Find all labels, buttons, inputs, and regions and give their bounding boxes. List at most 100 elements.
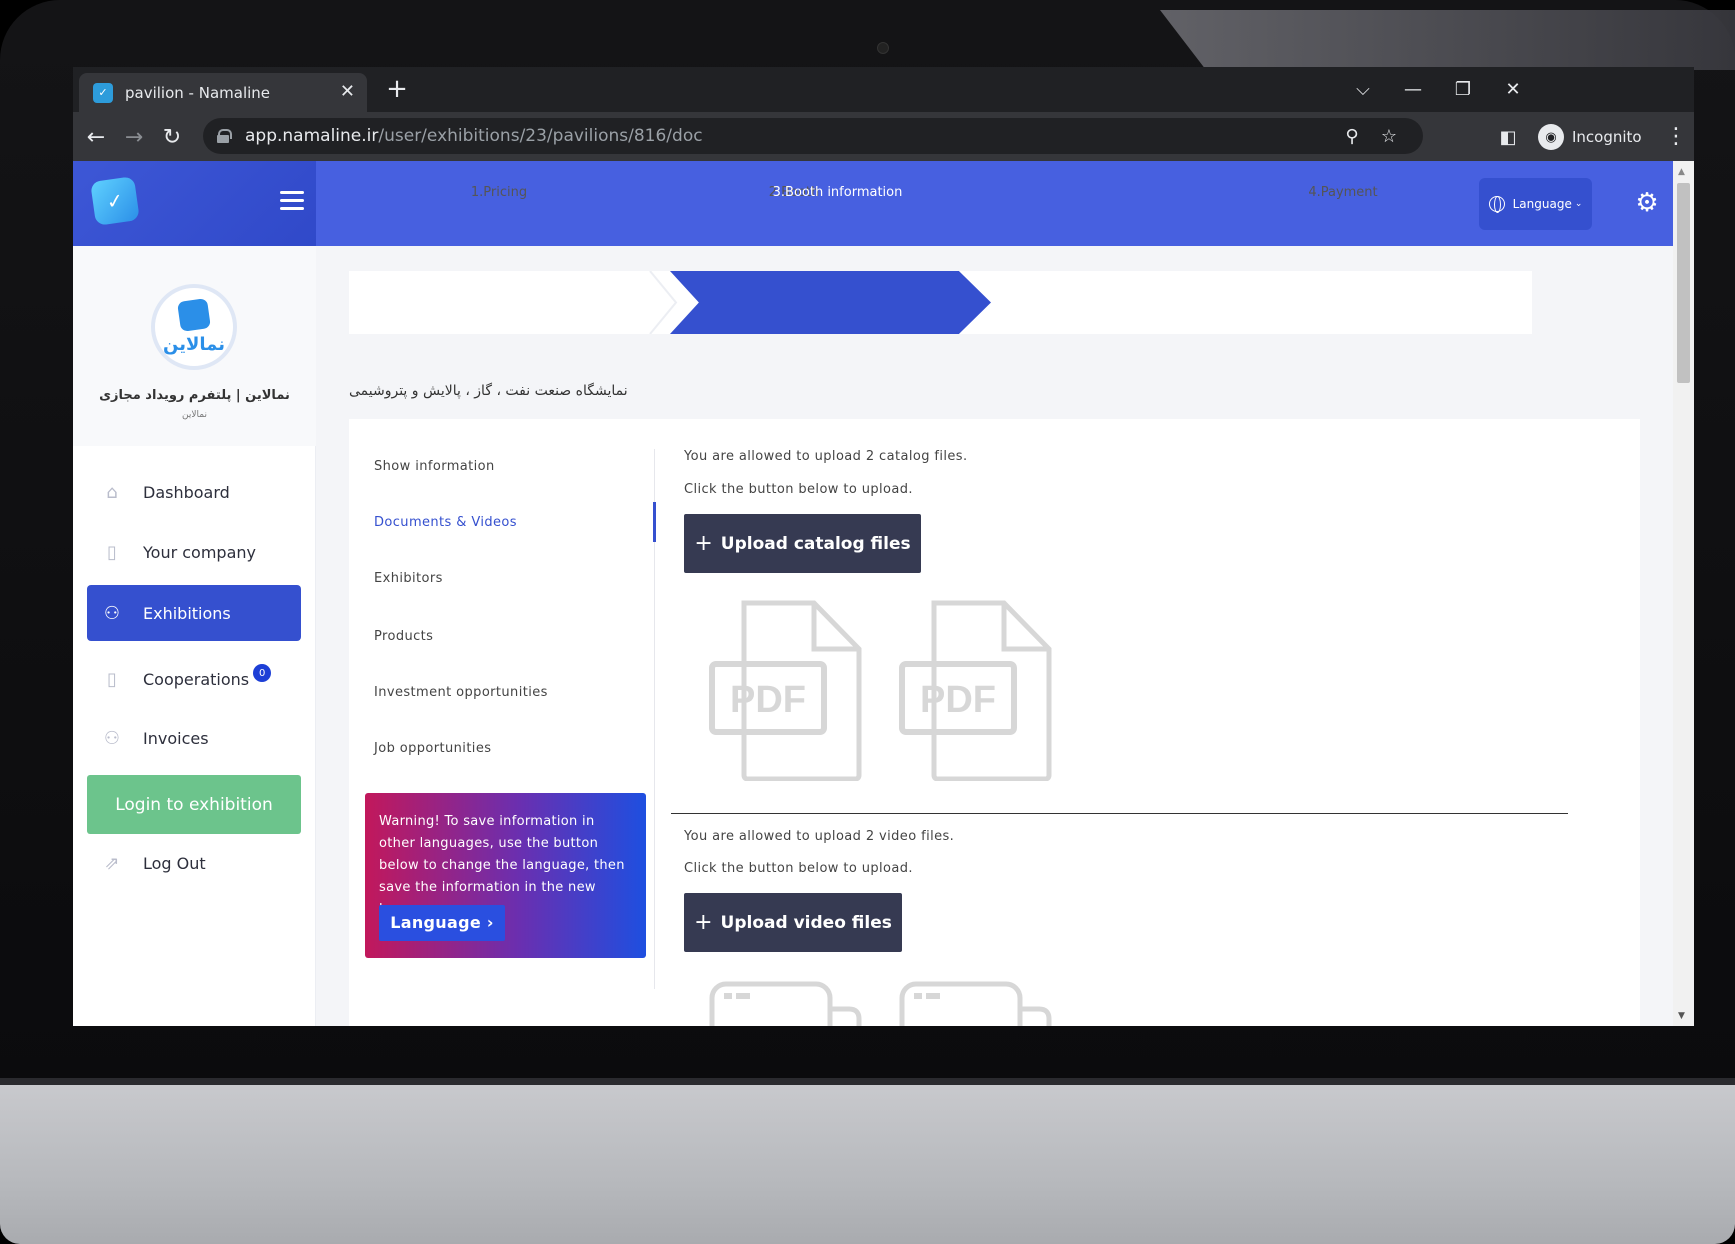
bezel-glare [1160,10,1735,70]
browser-tabbar: ✓ pavilion - Namaline ✕ + ⌵ — ❐ ✕ [73,67,1694,112]
scroll-down-arrow-icon[interactable]: ▼ [1678,1011,1685,1021]
url-path: /user/exhibitions/23/pavilions/816/doc [378,126,703,146]
section-divider [671,813,1568,814]
sidebar-item-your-company[interactable]: ▯ Your company [87,524,301,580]
subnav-documents-videos[interactable]: Documents & Videos [374,515,517,530]
step-booth-information[interactable]: 3.Booth information [700,161,975,224]
external-link-icon: ⇗ [104,852,120,874]
pdf-label: PDF [730,679,806,721]
namaline-favicon: ✓ [93,82,113,103]
browser-menu-icon[interactable]: ⋮ [1665,124,1687,149]
step-pricing[interactable]: 1.Pricing [349,161,649,224]
upload-video-label: Upload video files [720,912,892,933]
bookmark-star-icon[interactable]: ☆ [1373,118,1405,154]
subnav-exhibitors[interactable]: Exhibitors [374,571,443,586]
incognito-icon: ◉ [1538,124,1564,150]
tab-title: pavilion - Namaline [125,83,271,102]
pdf-file-icon: PDF [899,600,1052,781]
new-tab-icon[interactable]: + [381,73,413,105]
scroll-thumb[interactable] [1677,183,1690,383]
language-dropdown[interactable]: Language ⌄ [1479,178,1592,230]
globe-icon [1488,196,1505,213]
language-warning-box: Warning! To save information in other la… [365,793,646,958]
avatar: نمالاین [151,284,237,370]
video-click-note: Click the button below to upload. [684,861,913,876]
browser-tab[interactable]: ✓ pavilion - Namaline ✕ [79,73,367,112]
catalog-allowed-note: You are allowed to upload 2 catalog file… [684,449,968,464]
brand-area: ✓ [73,161,316,246]
menu-list-icon[interactable] [280,191,304,213]
warning-language-button[interactable]: Language › [379,905,505,941]
upload-catalog-button[interactable]: + Upload catalog files [684,514,921,573]
reload-icon[interactable]: ↻ [155,120,189,154]
upload-catalog-label: Upload catalog files [720,533,911,554]
users-icon: ⚇ [103,727,121,749]
side-panel-icon[interactable]: ◧ [1491,120,1525,154]
subnav-active-indicator [653,502,656,542]
back-arrow-icon[interactable]: ← [79,120,113,154]
upload-video-button[interactable]: + Upload video files [684,893,902,952]
url-host: app.namaline.ir [245,126,379,146]
sidebar-item-label: Your company [143,542,256,562]
lock-icon [217,129,232,143]
tab-search-chevron-icon[interactable]: ⌵ [1343,73,1383,105]
catalog-click-note: Click the button below to upload. [684,482,913,497]
screen: ✓ pavilion - Namaline ✕ + ⌵ — ❐ ✕ ← → ↻ … [73,67,1694,1026]
sidebar-item-label: Log Out [143,853,206,873]
subnav-show-information[interactable]: Show information [374,459,495,474]
pdf-file-icon: PDF [709,600,862,781]
sidebar-item-cooperations[interactable]: ▯ Cooperations 0 [87,651,301,707]
profile-subtitle: نمالاین [182,410,207,420]
tab-close-icon[interactable]: ✕ [340,81,355,102]
sidebar-item-label: Invoices [143,728,209,748]
language-label: Language [1512,197,1572,211]
app: ✓ Language ⌄ ⚙ نمالاین نمالاین | پلتفرم … [73,161,1694,1026]
sidebar-item-label: Dashboard [143,482,230,502]
profile-name: نمالاین | پلتفرم رویداد مجازی [99,388,290,403]
chevron-down-icon: ⌄ [1574,199,1583,209]
subnav-investment-opportunities[interactable]: Investment opportunities [374,685,548,700]
page-scrollbar[interactable]: ▲ ▼ [1673,161,1694,1026]
content-panel: Show information Documents & Videos Exhi… [349,419,1640,1026]
plus-icon: + [694,910,713,935]
home-icon: ⌂ [106,481,118,503]
video-file-icon [899,981,1052,1026]
sidebar-item-exhibitions[interactable]: ⚇ Exhibitions [87,585,301,641]
camera [877,42,889,54]
sidebar-item-invoices[interactable]: ⚇ Invoices [87,710,301,766]
zoom-icon[interactable]: ⚲ [1336,118,1368,154]
avatar-logo-icon [177,297,211,332]
sidebar-item-label: Exhibitions [143,603,231,623]
step-active-background [670,271,991,334]
restore-icon[interactable]: ❐ [1443,73,1483,105]
address-bar[interactable]: app.namaline.ir/user/exhibitions/23/pavi… [203,118,1423,154]
plus-icon: + [694,531,713,556]
sidebar-item-logout[interactable]: ⇗ Log Out [87,835,301,891]
exhibition-title: نمایشگاه صنعت نفت ، گاز ، پالایش و پتروش… [349,383,628,399]
window-close-icon[interactable]: ✕ [1493,73,1533,105]
step-payment[interactable]: 4.Payment [1203,161,1483,224]
incognito-indicator[interactable]: ◉ Incognito [1538,122,1642,152]
login-to-exhibition-button[interactable]: Login to exhibition [87,775,301,834]
step-separator [649,271,678,334]
laptop-base [0,1085,1735,1244]
pdf-label: PDF [920,679,996,721]
cooperations-count-badge: 0 [253,664,272,682]
sidebar-item-label: Cooperations [143,669,250,689]
namaline-logo[interactable]: ✓ [90,176,140,226]
gear-icon[interactable]: ⚙ [1633,189,1661,217]
clipboard-icon: ▯ [107,541,117,563]
clipboard-icon: ▯ [107,668,117,690]
avatar-text: نمالاین [163,333,225,355]
subnav-job-opportunities[interactable]: Job opportunities [374,741,491,756]
scroll-up-arrow-icon[interactable]: ▲ [1678,167,1685,177]
browser-toolbar: ← → ↻ app.namaline.ir/user/exhibitions/2… [73,112,1694,161]
video-allowed-note: You are allowed to upload 2 video files. [684,829,955,844]
video-file-icon [709,981,862,1026]
users-icon: ⚇ [103,602,121,624]
incognito-label: Incognito [1572,128,1642,146]
subnav-products[interactable]: Products [374,629,433,644]
forward-arrow-icon[interactable]: → [117,120,151,154]
sidebar-item-dashboard[interactable]: ⌂ Dashboard [87,464,301,520]
minimize-icon[interactable]: — [1393,73,1433,105]
